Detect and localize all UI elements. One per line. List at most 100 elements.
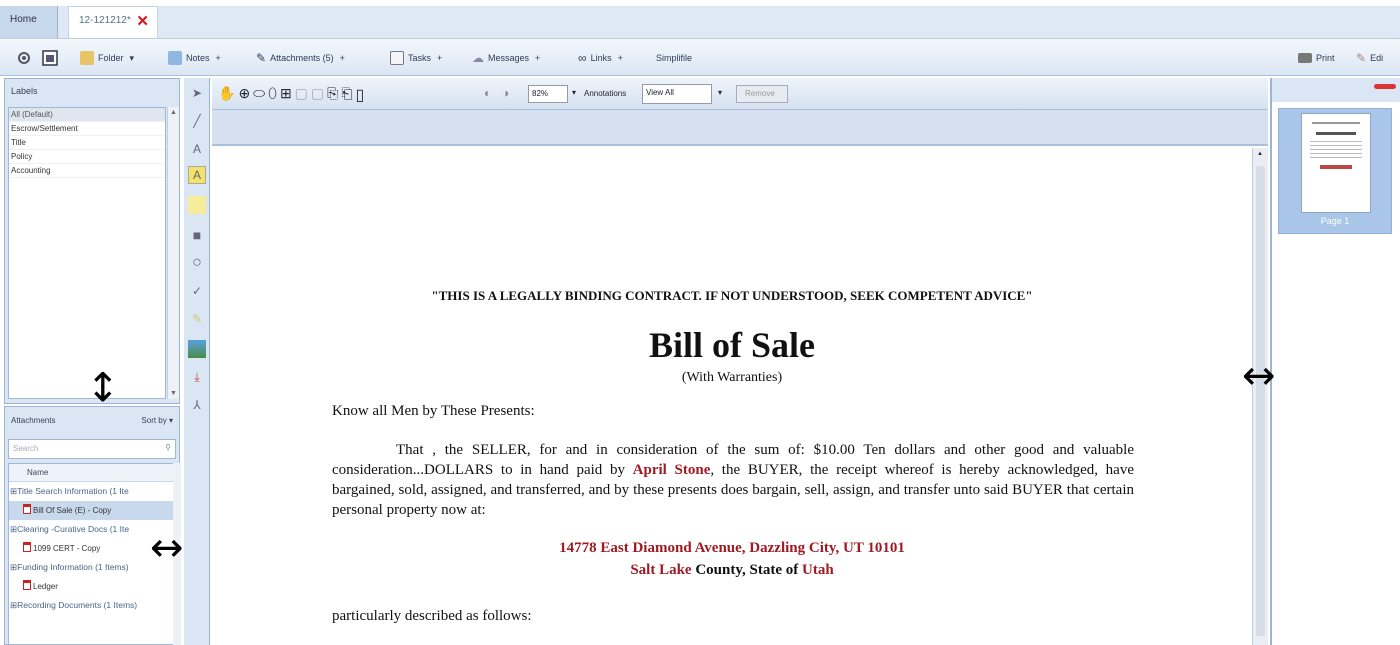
fit-width-icon[interactable]: ⬭ [253,85,265,105]
fit-page-icon[interactable]: ⊞ [280,85,292,105]
copy-page-icon[interactable]: ⎘ [327,85,338,105]
rotate-right-icon[interactable]: ▢ [311,85,324,105]
edit-label: Edi [1370,53,1384,63]
label-item[interactable]: Title [9,136,165,150]
image-stamp-icon[interactable] [188,340,206,358]
paste-page-icon[interactable]: ⎗ [341,85,352,105]
county-suffix: County, State of [691,562,802,578]
labels-scrollbar[interactable]: ▲ ▼ [167,107,179,399]
collapse-panel-icon[interactable] [1374,84,1396,89]
close-tab-icon[interactable]: ✕ [136,12,149,30]
scroll-down-icon[interactable]: ▼ [170,390,177,397]
zoom-dropdown-icon[interactable]: ▾ [572,88,576,97]
links-button[interactable]: ∞ Links + [578,49,623,67]
edit-button[interactable]: ✎ Edi [1356,49,1383,67]
tab-home[interactable]: Home [0,6,58,38]
attachment-file-row[interactable]: Ledger [9,577,173,596]
layout-button[interactable] [42,49,58,67]
page-thumbnail[interactable]: Page 1 [1278,108,1392,234]
attachments-add-icon: + [339,53,345,63]
select-arrow-icon[interactable]: ➤ [188,84,206,102]
name-column-header[interactable]: Name [9,464,173,482]
attachments-label: Attachments (5) [270,53,334,63]
printer-icon [1298,53,1312,63]
settings-button[interactable] [16,49,32,67]
notes-icon [168,51,182,65]
checkmark-tool-icon[interactable]: ✓ [188,282,206,300]
attachments-button[interactable]: ✎ Attachments (5) + [256,49,345,67]
annotations-select[interactable]: View All [642,84,712,104]
attachment-file-row[interactable]: 1099 CERT - Copy [9,539,173,558]
zoom-out-icon[interactable]: ◐ [484,86,491,100]
viewer-toolbar: ✋ ⊕ ⬭ ⬯ ⊞ ▢ ▢ ⎘ ⎗ ▯ ◐ ◑ 82% ▾ Annotation… [212,78,1268,110]
single-page-icon[interactable]: ▯ [356,85,365,105]
links-add-icon: + [617,53,623,63]
annotations-dropdown-icon[interactable]: ▾ [718,88,722,97]
notes-add-icon: + [215,53,221,63]
simplifile-button[interactable]: Simplifile [656,49,692,67]
tasks-label: Tasks [408,53,432,63]
pdf-icon [23,504,31,514]
sort-by-button[interactable]: Sort by ▾ [141,416,173,425]
search-placeholder: Search [13,444,39,453]
fit-height-icon[interactable]: ⬯ [268,85,277,105]
main-toolbar: Folder ▾ Notes + ✎ Attachments (5) + Tasks +… [0,38,1400,76]
group-label: Title Search Information (1 Ite [17,486,129,496]
pdf-icon [23,580,31,590]
tasks-icon [390,51,404,65]
thumbnail-panel: Page 1 [1270,78,1400,645]
file-label: Bill Of Sale (E) - Copy [33,506,112,515]
rectangle-tool-icon[interactable]: ■ [188,226,206,244]
zoom-in-icon[interactable]: ⊕ [238,85,250,105]
signature-tool-icon[interactable]: ⅄ [188,396,206,414]
notes-label: Notes [186,53,210,63]
remove-button[interactable]: Remove [736,85,788,103]
attachments-search-input[interactable]: Search ⚲ [8,439,176,459]
scroll-up-icon[interactable]: ▲ [1257,151,1263,157]
rotate-left-icon[interactable]: ▢ [295,85,308,105]
attachment-group-row[interactable]: ⊞Title Search Information (1 Ite [9,482,173,501]
text-tool-icon[interactable]: A [188,140,206,158]
attachment-group-row[interactable]: ⊞Recording Documents (1 Items) [9,596,173,615]
attachment-group-row[interactable]: ⊞Funding Information (1 Items) [9,558,173,577]
labels-list: All (Default) Escrow/Settlement Title Po… [8,107,166,399]
search-icon[interactable]: ⚲ [165,443,171,452]
viewer-ruler [212,110,1268,146]
tasks-button[interactable]: Tasks + [390,49,442,67]
messages-icon: ☁ [472,51,484,65]
zoom-field[interactable]: 82% [528,85,568,103]
print-button[interactable]: Print [1298,49,1335,67]
freehand-highlight-icon[interactable]: ✎ [188,310,206,328]
attachment-group-row[interactable]: ⊞Clearing -Curative Docs (1 Ite [9,520,173,539]
property-address: 14778 East Diamond Avenue, Dazzling City… [559,540,905,556]
group-label: Funding Information (1 Items) [17,562,129,572]
line-tool-icon[interactable]: ╱ [188,112,206,130]
state-name: Utah [802,562,834,578]
page-thumbnail-image [1301,113,1371,213]
pan-hand-icon[interactable]: ✋ [218,85,235,105]
zoom-reset-icon[interactable]: ◑ [502,86,509,100]
scroll-up-icon[interactable]: ▲ [170,109,177,116]
notes-button[interactable]: Notes + [168,49,221,67]
gear-icon [18,52,30,64]
document-page: "THIS IS A LEGALLY BINDING CONTRACT. IF … [212,148,1252,645]
label-item[interactable]: Policy [9,150,165,164]
folder-button[interactable]: Folder ▾ [80,49,134,67]
label-item[interactable]: Accounting [9,164,165,178]
page-thumbnail-label: Page 1 [1320,216,1350,226]
tab-document[interactable]: 12-121212* ✕ [68,6,158,38]
highlight-text-icon[interactable]: A [188,166,206,184]
label-item[interactable]: Escrow/Settlement [9,122,165,136]
sort-by-label: Sort by [141,416,167,425]
group-label: Clearing -Curative Docs (1 Ite [17,524,130,534]
messages-button[interactable]: ☁ Messages + [472,49,540,67]
download-icon[interactable]: ⤓ [188,368,206,386]
sticky-note-icon[interactable] [188,196,206,214]
link-icon: ∞ [578,51,587,65]
ellipse-tool-icon[interactable]: ○ [188,254,206,272]
document-subtitle: (With Warranties) [681,370,783,385]
name-column-label: Name [27,468,49,477]
label-item[interactable]: All (Default) [9,108,165,122]
scroll-thumb[interactable] [1256,166,1265,636]
attachment-file-row[interactable]: Bill Of Sale (E) - Copy [9,501,173,520]
